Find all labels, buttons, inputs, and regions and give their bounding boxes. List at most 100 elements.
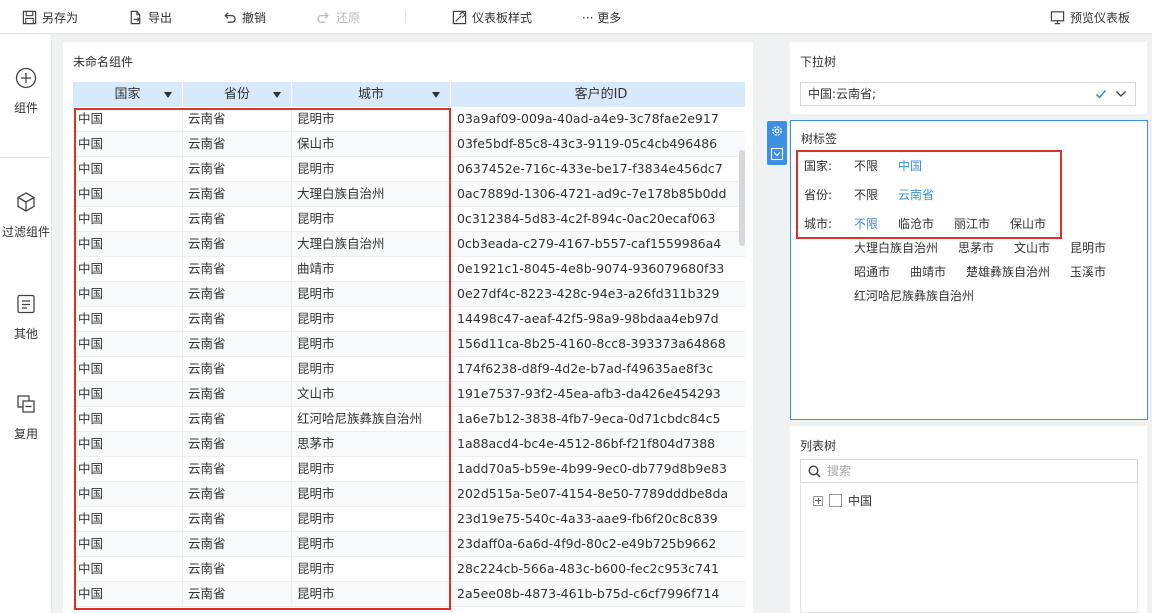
widget-title: 树标签	[801, 132, 838, 146]
table-row[interactable]: 中国 云南省 思茅市 1a88acd4-bc4e-4512-86bf-f21f804d…	[73, 432, 745, 457]
sidebar-item-filter-components[interactable]: 过滤组件	[0, 191, 52, 240]
export-icon	[130, 10, 141, 24]
tree-option[interactable]: 楚雄彝族自治州	[966, 263, 1050, 280]
dashboard-style-button[interactable]: 仪表板样式	[452, 0, 532, 34]
cell-province: 云南省	[183, 307, 292, 332]
tree-option[interactable]: 保山市	[1010, 215, 1046, 232]
tree-option-selected[interactable]: 云南省	[898, 186, 934, 203]
table-row[interactable]: 中国 云南省 大理白族自治州 0cb3eada-c279-4167-b557-caf1…	[73, 232, 745, 257]
table-row[interactable]: 中国 云南省 昆明市 0637452e-716c-433e-be17-f3834e45…	[73, 157, 745, 182]
tree-option[interactable]: 昭通市	[854, 263, 890, 280]
table-row[interactable]: 中国 云南省 文山市 191e7537-93f2-45ea-afb3-da426e45…	[73, 382, 745, 407]
search-box[interactable]	[800, 459, 1138, 483]
tree-list: 中国	[800, 483, 1138, 613]
tree-option[interactable]: 曲靖市	[910, 263, 946, 280]
widget-title: 下拉树	[800, 55, 837, 69]
cell-country: 中国	[73, 332, 183, 357]
table-row[interactable]: 中国 云南省 昆明市 03a9af09-009a-40ad-a4e9-3c78fae2…	[73, 107, 745, 132]
sort-caret-icon[interactable]	[432, 92, 440, 98]
document-icon	[17, 294, 35, 314]
cell-country: 中国	[73, 407, 183, 432]
cell-city: 保山市	[292, 132, 451, 157]
table-row[interactable]: 中国 云南省 昆明市 14498c47-aeaf-42f5-98a9-98bdaa4e…	[73, 307, 745, 332]
tree-option-selected[interactable]: 不限	[854, 215, 878, 232]
table-row[interactable]: 中国 云南省 昆明市 174f6238-d8f9-4d2e-b7ad-f49635ae…	[73, 357, 745, 382]
collapse-icon[interactable]	[770, 147, 784, 161]
tree-option[interactable]: 红河哈尼族彝族自治州	[854, 287, 974, 304]
column-header-country[interactable]: 国家	[73, 82, 183, 107]
vertical-scrollbar[interactable]	[739, 150, 745, 246]
cell-city: 昆明市	[292, 507, 451, 532]
table-row[interactable]: 中国 云南省 昆明市 1add70a5-b59e-4b99-9ec0-db779d8b…	[73, 457, 745, 482]
cell-city: 大理白族自治州	[292, 232, 451, 257]
chevron-down-icon[interactable]	[1115, 88, 1127, 100]
table-row[interactable]: 中国 云南省 昆明市 2a5ee08b-4873-461b-b75d-c6cf7996…	[73, 582, 745, 607]
cell-province: 云南省	[183, 332, 292, 357]
cell-province: 云南省	[183, 382, 292, 407]
table-widget[interactable]: 未命名组件 国家 省份 城市 客户的ID 中国 云南省 昆明市 03a9af09-00…	[63, 42, 753, 613]
data-grid: 国家 省份 城市 客户的ID 中国 云南省 昆明市 03a9af09-009a-40a…	[73, 82, 745, 613]
table-row[interactable]: 中国 云南省 红河哈尼族彝族自治州 1a6e7b12-3838-4fb7-9eca-0…	[73, 407, 745, 432]
cell-city: 思茅市	[292, 432, 451, 457]
cell-country: 中国	[73, 532, 183, 557]
table-row[interactable]: 中国 云南省 曲靖市 0e1921c1-8045-4e8b-9074-93607968…	[73, 257, 745, 282]
sidebar-item-reuse[interactable]: 复用	[0, 393, 52, 442]
cell-country: 中国	[73, 307, 183, 332]
table-row[interactable]: 中国 云南省 昆明市 23d19e75-540c-4a33-aae9-fb6f20c8…	[73, 507, 745, 532]
more-button[interactable]: ··· 更多	[582, 0, 621, 34]
sidebar-item-other[interactable]: 其他	[0, 293, 52, 342]
table-row[interactable]: 中国 云南省 保山市 03fe5bdf-85c8-43c3-9119-05c4cb49…	[73, 132, 745, 157]
redo-button[interactable]: 还原	[316, 0, 360, 34]
monitor-icon	[1050, 10, 1065, 24]
cell-city: 红河哈尼族彝族自治州	[292, 407, 451, 432]
tree-option[interactable]: 大理白族自治州	[854, 239, 938, 256]
tree-option[interactable]: 不限	[854, 186, 878, 203]
cell-province: 云南省	[183, 557, 292, 582]
checkbox[interactable]	[829, 494, 842, 507]
tree-option[interactable]: 思茅市	[958, 239, 994, 256]
column-header-province[interactable]: 省份	[183, 82, 292, 107]
tree-label-widget[interactable]: 树标签 国家: 不限 中国 省份: 不限 云南省 城市: 不限 临沧市 丽江市 …	[790, 120, 1148, 420]
tree-option[interactable]: 玉溪市	[1070, 263, 1106, 280]
cell-country: 中国	[73, 582, 183, 607]
search-icon	[808, 465, 821, 478]
expand-icon[interactable]	[813, 495, 823, 506]
tree-option[interactable]: 丽江市	[954, 215, 990, 232]
tree-option[interactable]: 文山市	[1014, 239, 1050, 256]
table-row[interactable]: 中国 云南省 昆明市 28c224cb-566a-483c-b600-fec2c953…	[73, 557, 745, 582]
dropdown-tree-select[interactable]: 中国:云南省;	[800, 82, 1136, 106]
cell-country: 中国	[73, 107, 183, 132]
table-row[interactable]: 中国 云南省 大理白族自治州 0ac7889d-1306-4721-ad9c-7e17…	[73, 182, 745, 207]
style-icon	[452, 10, 467, 24]
tree-option[interactable]: 昆明市	[1070, 239, 1106, 256]
undo-button[interactable]: 撤销	[222, 0, 266, 34]
export-button[interactable]: 导出	[128, 0, 172, 34]
table-row[interactable]: 中国 云南省 昆明市 0e27df4c-8223-428c-94e3-a26fd311…	[73, 282, 745, 307]
tree-option-selected[interactable]: 中国	[898, 157, 922, 174]
column-header-city[interactable]: 城市	[292, 82, 451, 107]
table-row[interactable]: 中国 云南省 昆明市 0c312384-5d83-4c2f-894c-0ac20eca…	[73, 207, 745, 232]
table-row[interactable]: 中国 云南省 昆明市 156d11ca-8b25-4160-8cc8-393373a6…	[73, 332, 745, 357]
preview-dashboard-button[interactable]: 预览仪表板	[1050, 0, 1130, 34]
tree-label-row-country: 国家:	[804, 159, 833, 173]
gear-icon[interactable]	[770, 124, 784, 138]
cell-customer-id: 28c224cb-566a-483c-b600-fec2c953c741	[457, 561, 719, 576]
table-row[interactable]: 中国 云南省 昆明市 23daff0a-6a6d-4f9d-80c2-e49b725b…	[73, 532, 745, 557]
cell-country: 中国	[73, 557, 183, 582]
sort-caret-icon[interactable]	[273, 92, 281, 98]
column-header-customer-id[interactable]: 客户的ID	[451, 82, 745, 107]
tree-option[interactable]: 临沧市	[898, 215, 934, 232]
cell-customer-id: 0cb3eada-c279-4167-b557-caf1559986a4	[457, 236, 722, 251]
cell-province: 云南省	[183, 432, 292, 457]
table-row[interactable]: 中国 云南省 昆明市 202d515a-5e07-4154-8e50-7789dddb…	[73, 482, 745, 507]
sidebar-item-components[interactable]: 组件	[0, 67, 52, 116]
tree-node[interactable]: 中国	[813, 492, 872, 509]
cell-country: 中国	[73, 482, 183, 507]
sort-caret-icon[interactable]	[164, 92, 172, 98]
save-as-button[interactable]: 另存为	[22, 0, 78, 34]
search-input[interactable]	[827, 462, 1127, 480]
tree-option[interactable]: 不限	[854, 157, 878, 174]
left-sidebar: 组件 过滤组件 其他 复用	[0, 35, 52, 613]
cell-province: 云南省	[183, 207, 292, 232]
cell-customer-id: 1a88acd4-bc4e-4512-86bf-f21f804d7388	[457, 436, 716, 451]
